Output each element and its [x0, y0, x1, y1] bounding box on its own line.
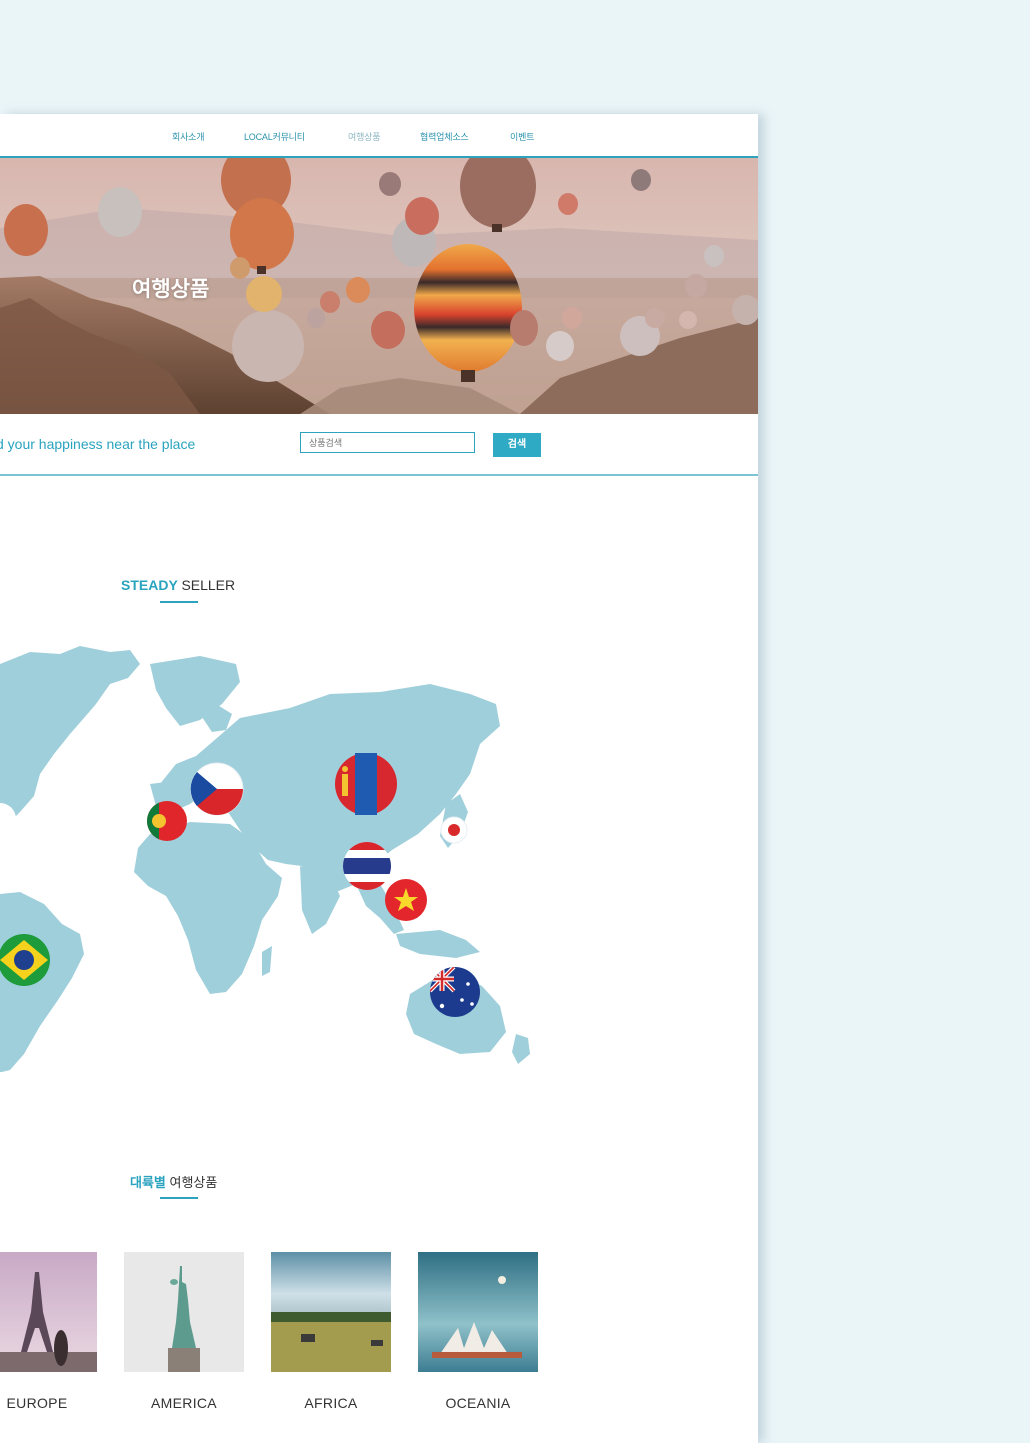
japan-flag-icon[interactable]	[440, 816, 468, 844]
search-button[interactable]: 검색	[493, 433, 541, 457]
regions-title-underline	[160, 1197, 198, 1199]
nav-item-local-community[interactable]: LOCAL커뮤니티	[244, 130, 305, 143]
portugal-flag-icon[interactable]	[147, 801, 187, 841]
america-photo	[124, 1252, 244, 1372]
czech-flag-icon[interactable]	[190, 762, 244, 816]
top-nav: 회사소개 LOCAL커뮤니티 여행상품 협력업체소스 이벤트	[0, 114, 758, 158]
vietnam-flag-icon[interactable]	[385, 879, 427, 921]
nav-item-travel-products[interactable]: 여행상품	[348, 130, 381, 143]
nav-item-company[interactable]: 회사소개	[172, 130, 205, 143]
region-label-oceania: OCEANIA	[445, 1395, 511, 1411]
region-card-europe[interactable]: EUROPE	[0, 1252, 97, 1412]
hero-balloon-landscape-image	[0, 158, 758, 414]
nav-item-event[interactable]: 이벤트	[510, 130, 534, 143]
product-search-input[interactable]	[300, 432, 475, 453]
regions-title-rest: 여행상품	[169, 1175, 218, 1190]
region-card-africa[interactable]: AFRICA	[271, 1252, 391, 1412]
nav-item-partners[interactable]: 협력업체소스	[420, 130, 469, 143]
search-bar: d your happiness near the place 검색	[0, 414, 758, 476]
region-label-america: AMERICA	[151, 1395, 217, 1411]
region-label-africa: AFRICA	[304, 1395, 358, 1411]
steady-seller-title-highlight: STEADY	[121, 577, 178, 593]
steady-seller-underline	[160, 601, 198, 603]
page-canvas: 회사소개 LOCAL커뮤니티 여행상품 협력업체소스 이벤트 여행상품 d yo…	[0, 114, 758, 1443]
hero-title: 여행상품	[132, 278, 210, 301]
region-label-europe: EUROPE	[6, 1395, 68, 1411]
search-tagline: d your happiness near the place	[0, 436, 196, 452]
region-card-oceania[interactable]: OCEANIA	[418, 1252, 538, 1412]
hero-banner: 여행상품	[0, 158, 758, 414]
regions-section-title: 대륙별 여행상품	[130, 1172, 758, 1191]
mongolia-flag-icon[interactable]	[335, 753, 397, 815]
brazil-flag-icon[interactable]	[0, 934, 50, 986]
europe-photo	[0, 1252, 97, 1372]
thailand-flag-icon[interactable]	[343, 842, 391, 890]
regions-title-highlight: 대륙별	[130, 1175, 166, 1190]
australia-flag-icon[interactable]	[430, 967, 480, 1017]
steady-seller-title-rest: SELLER	[181, 577, 236, 593]
region-card-america[interactable]: AMERICA	[124, 1252, 244, 1412]
africa-photo	[271, 1252, 391, 1372]
oceania-photo	[418, 1252, 538, 1372]
steady-seller-title: STEADY SELLER	[121, 577, 758, 593]
world-map	[0, 646, 530, 1072]
